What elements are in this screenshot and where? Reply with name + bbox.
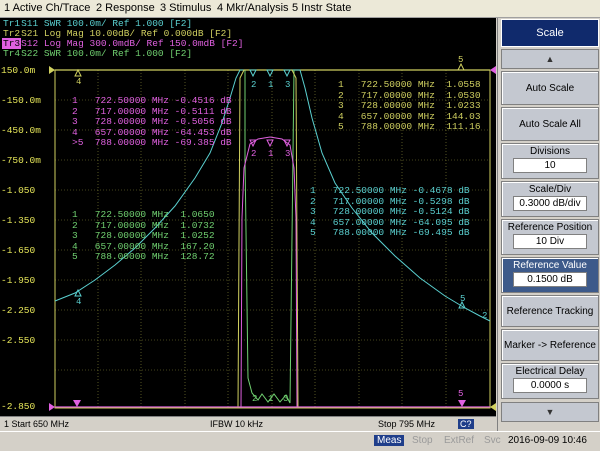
svg-text:3: 3	[283, 394, 288, 404]
svg-text:3: 3	[285, 149, 290, 159]
marker-table-tr2: 1 722.50000 MHz -0.4678 dB 2 717.00000 MH…	[310, 185, 470, 238]
marker-table-tr3: 1 722.50000 MHz -0.4516 dB 2 717.00000 MH…	[72, 95, 232, 148]
stop-indicator: Stop	[412, 435, 433, 446]
ifbw: IFBW 10 kHz	[210, 419, 264, 429]
svg-text:4: 4	[76, 297, 81, 307]
extref-indicator: ExtRef	[444, 435, 475, 446]
start-frequency: 1 Start 650 MHz	[4, 419, 70, 429]
trace-tr4-s22	[244, 69, 295, 404]
chevron-up-icon: ▲	[545, 54, 555, 64]
measurement-plot[interactable]: 2 1 3 2 1 3 4 5 4 5 5 213 2 Tr1S11 SWR 1…	[0, 18, 496, 416]
chevron-down-icon: ▼	[545, 407, 555, 417]
instrument-status-bar: Meas Stop ExtRef Svc 2016-09-09 10:46	[0, 431, 600, 451]
reference-tracking-button[interactable]: Reference Tracking	[501, 295, 599, 327]
marker-to-reference-button[interactable]: Marker -> Reference	[501, 329, 599, 361]
reference-position-field[interactable]: Reference Position 10 Div	[501, 219, 599, 255]
scroll-down-button[interactable]: ▼	[501, 402, 599, 422]
trace-tr3-s12	[55, 136, 490, 408]
svg-text:2: 2	[251, 149, 256, 159]
scale-div-field[interactable]: Scale/Div 0.3000 dB/div	[501, 181, 599, 217]
menu-active-ch-trace[interactable]: 1 Active Ch/Trace	[4, 2, 90, 14]
menu-stimulus[interactable]: 3 Stimulus	[160, 2, 211, 14]
auto-scale-all-button[interactable]: Auto Scale All	[501, 107, 599, 141]
y-axis-label: -1.650	[1, 245, 36, 256]
menu-title-scale: Scale	[501, 19, 599, 47]
y-axis-label: 150.0m	[1, 65, 36, 76]
y-axis-label: -1.350	[1, 215, 36, 226]
y-axis-label: -1.050	[1, 185, 36, 196]
channel-status-bar: 1 Start 650 MHz IFBW 10 kHz Stop 795 MHz…	[0, 416, 496, 431]
marker-table-tr1: 1 722.50000 MHz 1.0558 2 717.00000 MHz 1.…	[338, 79, 481, 132]
reference-value-field[interactable]: Reference Value 0.1500 dB	[501, 257, 599, 293]
svg-text:2: 2	[252, 394, 257, 404]
y-axis-label: -150.0m	[1, 95, 41, 106]
menu-instr-state[interactable]: 5 Instr State	[292, 2, 351, 14]
scroll-up-button[interactable]: ▲	[501, 49, 599, 69]
y-axis-label: -450.0m	[1, 125, 41, 136]
menu-bar: 1 Active Ch/Trace 2 Response 3 Stimulus …	[0, 0, 600, 18]
divisions-field[interactable]: Divisions 10	[501, 143, 599, 179]
y-axis-label: -750.0m	[1, 155, 41, 166]
svg-text:1: 1	[268, 149, 273, 159]
svg-text:2: 2	[251, 80, 256, 90]
meas-indicator: Meas	[374, 435, 405, 446]
svg-text:4: 4	[76, 77, 81, 87]
marker-table-tr4: 1 722.50000 MHz 1.0650 2 717.00000 MHz 1.…	[72, 209, 215, 262]
menu-mkr-analysis[interactable]: 4 Mkr/Analysis	[217, 2, 289, 14]
softkey-panel: Scale ▲ Auto Scale Auto Scale All Divisi…	[497, 18, 600, 431]
channel-indicator: C?	[458, 419, 474, 429]
y-axis-label: -2.250	[1, 305, 36, 316]
svg-text:3: 3	[285, 80, 290, 90]
stop-frequency: Stop 795 MHz	[378, 419, 436, 429]
electrical-delay-field[interactable]: Electrical Delay 0.0000 s	[501, 363, 599, 399]
auto-scale-button[interactable]: Auto Scale	[501, 71, 599, 105]
svg-text:5: 5	[460, 294, 465, 304]
y-axis-label: -2.550	[1, 335, 36, 346]
svg-text:2: 2	[482, 311, 487, 321]
trace-header-tr4[interactable]: Tr4S22 SWR 100.0m/ Ref 1.000 [F2]	[2, 49, 192, 59]
svg-text:1: 1	[268, 80, 273, 90]
y-axis-label: -2.850	[1, 401, 36, 412]
svg-text:1: 1	[268, 394, 273, 404]
y-axis-label: -1.950	[1, 275, 36, 286]
datetime: 2016-09-09 10:46	[508, 435, 587, 446]
svg-text:5: 5	[458, 389, 463, 399]
svc-indicator: Svc	[484, 435, 501, 446]
menu-response[interactable]: 2 Response	[96, 2, 155, 14]
